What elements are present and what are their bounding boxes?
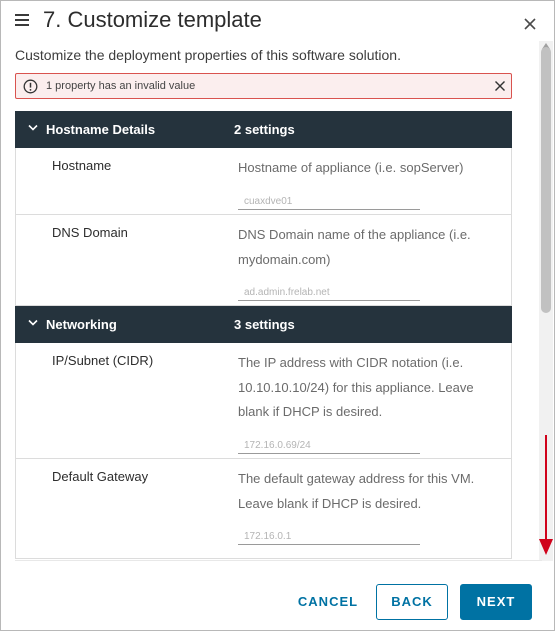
- footer-divider: [15, 560, 542, 561]
- customize-template-dialog: 7. Customize template Customize the depl…: [0, 0, 555, 631]
- ip-subnet-input[interactable]: [238, 432, 420, 454]
- group-name: Networking: [46, 317, 117, 332]
- alert-close-icon[interactable]: [494, 80, 506, 92]
- alert-message: 1 property has an invalid value: [46, 80, 196, 92]
- property-row-default-gateway: Default Gateway The default gateway addr…: [15, 459, 512, 559]
- chevron-down-icon: [28, 319, 38, 326]
- property-label: DNS Domain: [52, 225, 128, 240]
- invalid-value-alert: 1 property has an invalid value: [15, 73, 512, 99]
- exclamation-circle-icon: [23, 79, 38, 94]
- back-button[interactable]: BACK: [376, 584, 448, 620]
- scrollbar-thumb[interactable]: [541, 47, 551, 313]
- property-label: IP/Subnet (CIDR): [52, 353, 154, 368]
- property-row-ip-subnet: IP/Subnet (CIDR) The IP address with CID…: [15, 343, 512, 459]
- property-description: Hostname of appliance (i.e. sopServer): [238, 160, 464, 175]
- close-icon[interactable]: [521, 15, 539, 33]
- dialog-title: 7. Customize template: [43, 7, 262, 32]
- hamburger-menu-icon[interactable]: [15, 14, 29, 26]
- dns-domain-input[interactable]: [238, 279, 420, 301]
- property-description: The default gateway address for this VM.…: [238, 471, 475, 511]
- group-header-networking[interactable]: Networking 3 settings: [15, 306, 512, 343]
- cancel-button[interactable]: CANCEL: [289, 584, 367, 620]
- default-gateway-input[interactable]: [238, 523, 420, 545]
- property-row-dns-domain: DNS Domain DNS Domain name of the applia…: [15, 215, 512, 306]
- property-label: Default Gateway: [52, 469, 149, 484]
- property-description: DNS Domain name of the appliance (i.e. m…: [238, 227, 471, 267]
- hostname-input[interactable]: [238, 188, 420, 210]
- properties-list: Hostname Details 2 settings Hostname Hos…: [15, 111, 512, 559]
- property-label: Hostname: [52, 158, 112, 173]
- next-button[interactable]: NEXT: [460, 584, 532, 620]
- group-settings-count: 3 settings: [234, 317, 295, 332]
- group-settings-count: 2 settings: [234, 122, 295, 137]
- property-row-hostname: Hostname Hostname of appliance (i.e. sop…: [15, 148, 512, 215]
- dialog-subtitle: Customize the deployment properties of t…: [15, 47, 401, 63]
- group-name: Hostname Details: [46, 122, 156, 137]
- scroll-down-annotation-arrow-icon: [539, 435, 553, 555]
- property-description: The IP address with CIDR notation (i.e. …: [238, 355, 474, 419]
- chevron-down-icon: [28, 124, 38, 131]
- group-header-hostname-details[interactable]: Hostname Details 2 settings: [15, 111, 512, 148]
